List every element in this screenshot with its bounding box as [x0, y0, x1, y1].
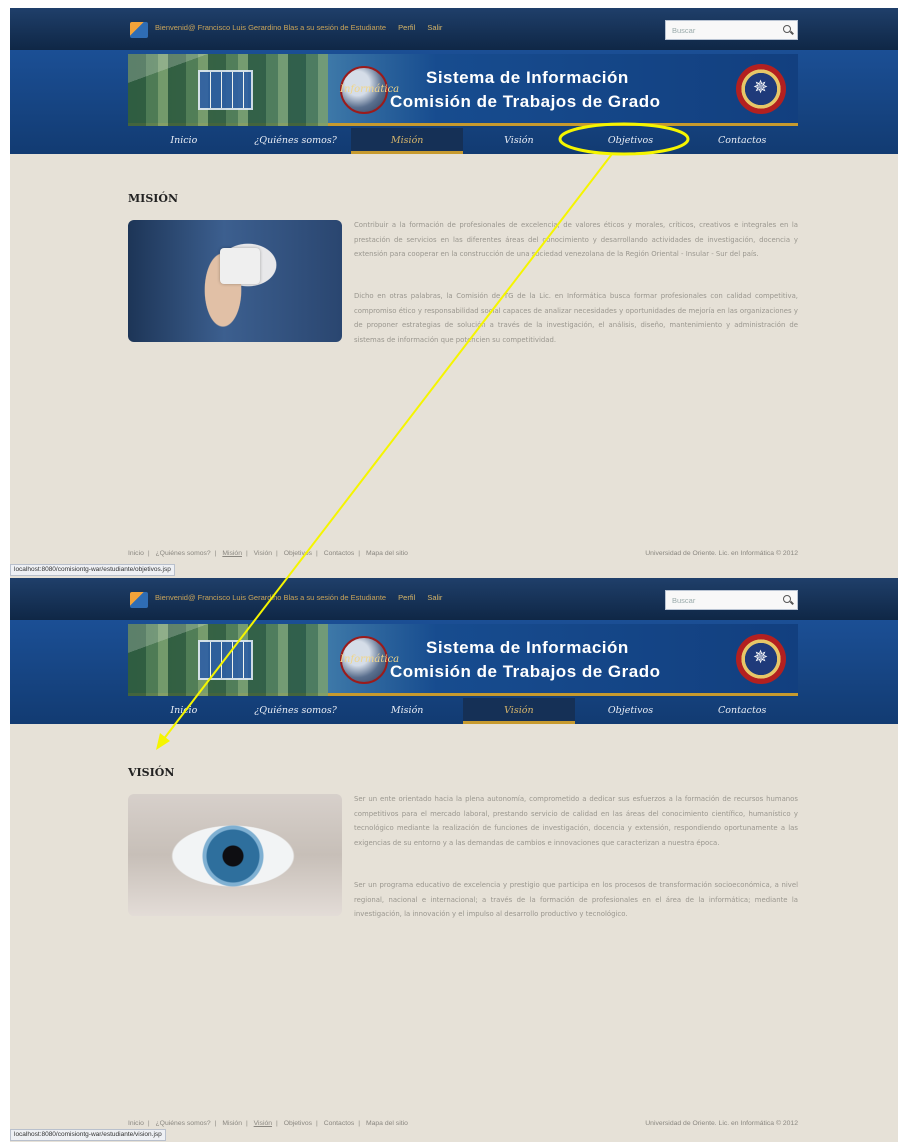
main-nav: Inicio ¿Quiénes somos? Misión Visión Obj…	[128, 128, 798, 154]
footer-separator: |	[358, 1120, 361, 1127]
footer-link-inicio[interactable]: Inicio	[128, 550, 144, 557]
banner-title-line2: Comisión de Trabajos de Grado	[390, 662, 661, 681]
nav-objetivos[interactable]: Objetivos	[575, 698, 687, 724]
footer-link-contactos[interactable]: Contactos	[324, 1120, 355, 1127]
nav-inicio[interactable]: Inicio	[128, 698, 240, 724]
footer: Inicio | ¿Quiénes somos? | Misión | Visión |…	[128, 1120, 798, 1127]
mision-paragraph-2: Dicho en otras palabras, la Comisión de …	[354, 292, 798, 344]
user-icon	[130, 592, 148, 608]
screenshot-vision: Bienvenid@ Francisco Luis Gerardino Blas…	[10, 578, 898, 1142]
banner-title-line1: Sistema de Información	[426, 68, 629, 87]
profile-link[interactable]: Perfil	[398, 23, 415, 32]
footer-link-mapa[interactable]: Mapa del sitio	[366, 1120, 408, 1127]
top-bar: Bienvenid@ Francisco Luis Gerardino Blas…	[10, 578, 898, 620]
compass-star-icon: ✵	[753, 647, 769, 668]
footer-link-inicio[interactable]: Inicio	[128, 1120, 144, 1127]
top-bar: Bienvenid@ Francisco Luis Gerardino Blas…	[10, 8, 898, 50]
banner-grid-image	[198, 70, 253, 110]
footer-link-mision[interactable]: Misión	[222, 550, 242, 557]
footer-link-mapa[interactable]: Mapa del sitio	[366, 550, 408, 557]
nav-quienes-somos[interactable]: ¿Quiénes somos?	[240, 698, 352, 724]
vision-paragraph-2: Ser un programa educativo de excelencia …	[354, 881, 798, 918]
copyright: Universidad de Oriente. Lic. en Informát…	[645, 550, 798, 557]
welcome-text: Bienvenid@ Francisco Luis Gerardino Blas…	[155, 23, 442, 32]
footer-link-vision[interactable]: Visión	[254, 1120, 272, 1127]
nav-contactos[interactable]: Contactos	[686, 128, 798, 154]
nav-contactos[interactable]: Contactos	[686, 698, 798, 724]
footer-link-objetivos[interactable]: Objetivos	[284, 1120, 312, 1127]
main-nav: Inicio ¿Quiénes somos? Misión Visión Obj…	[128, 698, 798, 724]
banner-zone: Informática Sistema de Información Comis…	[10, 620, 898, 724]
nav-objetivos[interactable]: Objetivos	[575, 128, 687, 154]
nav-inicio[interactable]: Inicio	[128, 128, 240, 154]
page-title: VISIÓN	[128, 766, 175, 779]
screenshot-mision: Bienvenid@ Francisco Luis Gerardino Blas…	[10, 8, 898, 578]
search-placeholder: Buscar	[672, 26, 696, 35]
status-bar-url: localhost:8080/comisiontg-war/estudiante…	[10, 564, 175, 576]
welcome-message: Bienvenid@ Francisco Luis Gerardino Blas…	[155, 23, 387, 32]
search-icon[interactable]	[783, 595, 791, 603]
footer-link-vision[interactable]: Visión	[254, 550, 272, 557]
footer-separator: |	[245, 550, 248, 557]
nav-vision[interactable]: Visión	[463, 698, 575, 724]
footer-link-quienes-somos[interactable]: ¿Quiénes somos?	[156, 550, 211, 557]
footer-link-objetivos[interactable]: Objetivos	[284, 550, 312, 557]
banner-title-line2: Comisión de Trabajos de Grado	[390, 92, 661, 111]
logout-link[interactable]: Salir	[427, 593, 442, 602]
vision-paragraph-1: Ser un ente orientado hacia la plena aut…	[354, 795, 798, 847]
welcome-text: Bienvenid@ Francisco Luis Gerardino Blas…	[155, 593, 442, 602]
search-placeholder: Buscar	[672, 596, 696, 605]
footer-separator: |	[276, 1120, 278, 1127]
footer-separator: |	[147, 550, 150, 557]
puzzle-piece-icon	[220, 248, 260, 284]
banner-grid-image	[198, 640, 253, 680]
compass-star-icon: ✵	[753, 77, 769, 98]
site-banner: Informática Sistema de Información Comis…	[128, 54, 798, 126]
footer-separator: |	[316, 550, 318, 557]
footer-separator: |	[358, 550, 361, 557]
nav-mision[interactable]: Misión	[351, 698, 463, 724]
footer-separator: |	[214, 1120, 217, 1127]
mision-image	[128, 220, 342, 342]
user-icon	[130, 22, 148, 38]
banner-title-line1: Sistema de Información	[426, 638, 629, 657]
banner-zone: Informática Sistema de Información Comis…	[10, 50, 898, 154]
profile-link[interactable]: Perfil	[398, 593, 415, 602]
footer-separator: |	[245, 1120, 248, 1127]
footer: Inicio | ¿Quiénes somos? | Misión | Visión |…	[128, 550, 798, 557]
nav-quienes-somos[interactable]: ¿Quiénes somos?	[240, 128, 352, 154]
copyright: Universidad de Oriente. Lic. en Informát…	[645, 1120, 798, 1127]
welcome-message: Bienvenid@ Francisco Luis Gerardino Blas…	[155, 593, 387, 602]
search-input[interactable]: Buscar	[665, 20, 798, 40]
search-icon[interactable]	[783, 25, 791, 33]
status-bar-url: localhost:8080/comisiontg-war/estudiante…	[10, 1129, 166, 1141]
footer-separator: |	[276, 550, 278, 557]
footer-link-mision[interactable]: Misión	[222, 1120, 242, 1127]
nav-mision[interactable]: Misión	[351, 128, 464, 154]
logout-link[interactable]: Salir	[427, 23, 442, 32]
search-input[interactable]: Buscar	[665, 590, 798, 610]
site-banner: Informática Sistema de Información Comis…	[128, 624, 798, 696]
footer-link-contactos[interactable]: Contactos	[324, 550, 355, 557]
vision-image	[128, 794, 342, 916]
footer-link-quienes-somos[interactable]: ¿Quiénes somos?	[156, 1120, 211, 1127]
footer-separator: |	[214, 550, 217, 557]
mision-paragraph-1: Contribuir a la formación de profesional…	[354, 221, 798, 258]
nav-vision[interactable]: Visión	[463, 128, 575, 154]
footer-separator: |	[316, 1120, 318, 1127]
page-title: MISIÓN	[128, 192, 179, 205]
footer-separator: |	[147, 1120, 150, 1127]
